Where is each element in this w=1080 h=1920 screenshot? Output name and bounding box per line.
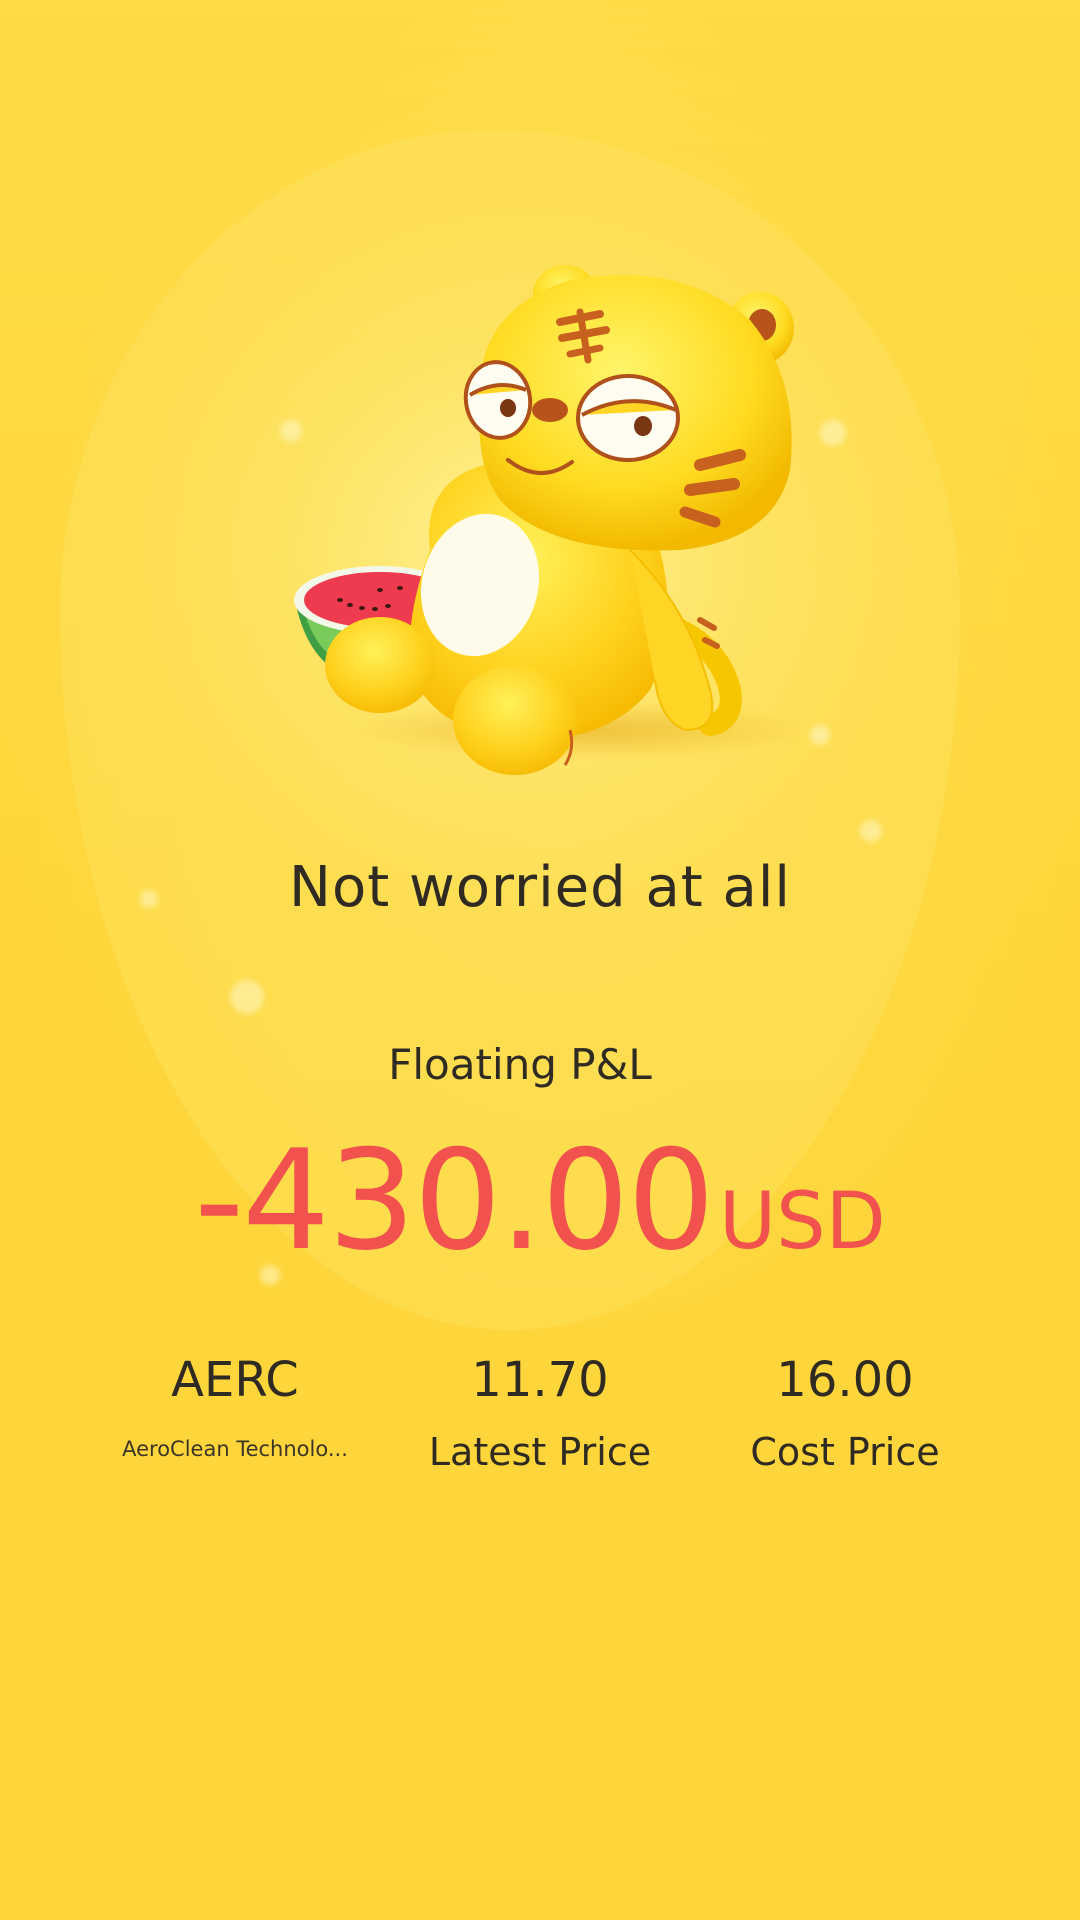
sparkle [230,980,264,1014]
sparkle [860,820,882,842]
latest-price-label: Latest Price [428,1430,652,1474]
stock-symbol: AERC [171,1352,299,1408]
floating-pnl-value: -430.00USD [0,1120,1080,1281]
status-message: Not worried at all [289,855,791,920]
pnl-amount: -430.00 [194,1120,715,1281]
stock-info: AERC AeroClean Technolo... [75,1350,395,1466]
cost-price-label: Cost Price [750,1430,940,1474]
tiger-mascot-illustration [294,265,810,775]
cost-price-stat: 16.00 Cost Price [685,1350,1005,1476]
stock-name: AeroClean Technolo... [122,1437,348,1461]
sparkle [820,420,846,446]
latest-price-stat: 11.70 Latest Price [380,1350,700,1476]
floating-pnl-label: Floating P&L [388,1040,652,1089]
cost-price-value: 16.00 [776,1352,914,1408]
position-stats: AERC AeroClean Technolo... 11.70 Latest … [0,1350,1080,1510]
latest-price-value: 11.70 [471,1352,609,1408]
pnl-currency: USD [719,1177,886,1267]
